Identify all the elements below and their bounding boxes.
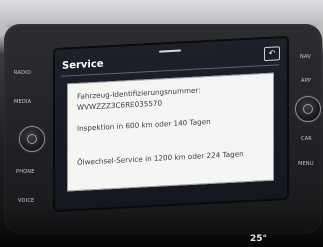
radio-button[interactable]: RADIO — [14, 70, 31, 76]
tune-knob[interactable] — [295, 96, 321, 122]
phone-button[interactable]: PHONE — [16, 169, 35, 175]
infotainment-display: Service ↶ Fahrzeug-Identifizierungsnumme… — [55, 37, 287, 211]
back-arrow-icon: ↶ — [268, 48, 276, 58]
service-info-panel: Fahrzeug-Identifizierungsnummer: WVWZZZ3… — [67, 72, 274, 192]
pull-down-handle[interactable] — [159, 49, 181, 53]
media-button[interactable]: MEDIA — [14, 99, 31, 105]
car-button[interactable]: CAR — [301, 136, 312, 142]
inspection-info: Inspektion in 600 km oder 140 Tagen — [77, 116, 211, 133]
vin-value: WVWZZZ3C6RE035570 — [77, 98, 163, 112]
app-button[interactable]: APP — [301, 78, 311, 84]
vin-label: Fahrzeug-Identifizierungsnummer: — [77, 85, 201, 101]
lower-shadow — [0, 205, 323, 247]
nav-button[interactable]: NAV — [300, 54, 311, 60]
power-icon — [27, 134, 37, 144]
climate-temperature: 25° — [250, 234, 268, 244]
volume-knob[interactable] — [19, 126, 45, 152]
voice-button[interactable]: VOICE — [18, 198, 34, 204]
menu-button[interactable]: MENU — [298, 161, 314, 167]
oil-service-info: Ölwechsel-Service in 1200 km oder 224 Ta… — [77, 149, 244, 167]
tune-knob-icon — [303, 104, 313, 114]
page-title: Service — [62, 58, 104, 72]
back-button[interactable]: ↶ — [264, 46, 280, 62]
car-infotainment-scene: RADIO MEDIA PHONE VOICE NAV APP CAR MENU… — [0, 0, 323, 247]
